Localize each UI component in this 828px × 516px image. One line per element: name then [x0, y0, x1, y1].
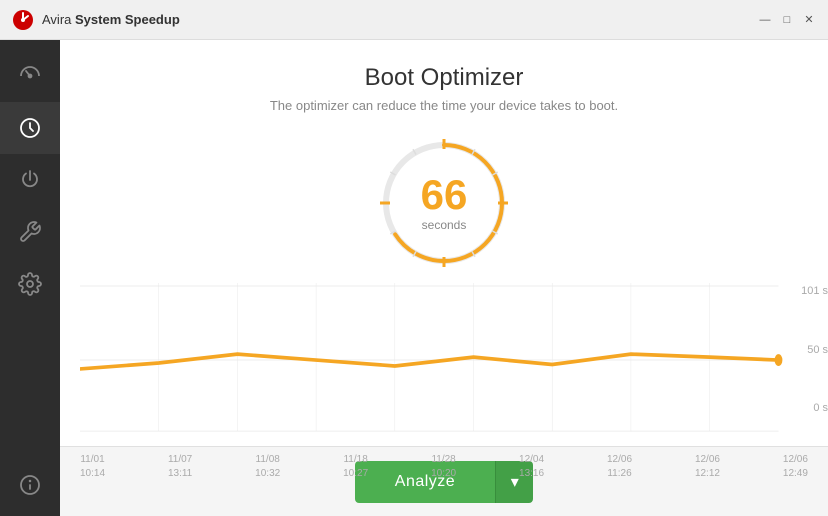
page-title: Boot Optimizer	[60, 64, 828, 92]
sidebar-item-startup[interactable]	[0, 154, 60, 206]
sidebar-item-info[interactable]	[0, 464, 60, 516]
timer-section: 66 seconds	[60, 123, 828, 283]
x-label-3: 11/1810:27	[343, 453, 368, 481]
sidebar	[0, 40, 60, 516]
content-area: Boot Optimizer The optimizer can reduce …	[60, 40, 828, 516]
x-label-8: 12/0612:49	[783, 453, 808, 481]
close-button[interactable]: ✕	[802, 13, 816, 27]
y-label-bottom: 0 s	[801, 402, 828, 414]
x-label-7: 12/0612:12	[695, 453, 720, 481]
x-label-2: 11/0810:32	[255, 453, 280, 481]
x-label-4: 11/2810:20	[431, 453, 456, 481]
sidebar-item-dashboard[interactable]	[0, 50, 60, 102]
timer-circle: 66 seconds	[374, 133, 514, 273]
timer-label: seconds	[421, 218, 468, 232]
page-subtitle: The optimizer can reduce the time your d…	[60, 98, 828, 113]
clock-icon	[18, 116, 42, 140]
content-header: Boot Optimizer The optimizer can reduce …	[60, 40, 828, 123]
speedometer-icon	[18, 64, 42, 88]
y-label-mid: 50 s	[801, 344, 828, 356]
main-layout: Boot Optimizer The optimizer can reduce …	[0, 40, 828, 516]
sidebar-item-tools[interactable]	[0, 206, 60, 258]
sidebar-item-settings[interactable]	[0, 258, 60, 310]
chart-svg	[80, 283, 808, 446]
chart-area: 11/0110:14 11/0713:11 11/0810:32 11/1810…	[60, 283, 828, 446]
app-logo-icon	[12, 9, 34, 31]
timer-value: 66	[421, 174, 468, 216]
x-label-1: 11/0713:11	[168, 453, 192, 481]
y-label-top: 101 s	[801, 285, 828, 297]
x-label-0: 11/0110:14	[80, 453, 105, 481]
x-label-6: 12/0611:26	[607, 453, 632, 481]
maximize-button[interactable]: □	[780, 13, 794, 27]
info-icon	[18, 473, 42, 497]
minimize-button[interactable]: —	[758, 13, 772, 27]
wrench-icon	[18, 220, 42, 244]
power-icon	[18, 168, 42, 192]
app-title: Avira System Speedup	[42, 12, 758, 27]
window-controls: — □ ✕	[758, 13, 816, 27]
gear-icon	[18, 272, 42, 296]
title-bar: Avira System Speedup — □ ✕	[0, 0, 828, 40]
timer-text: 66 seconds	[421, 174, 468, 232]
chart-container: 11/0110:14 11/0713:11 11/0810:32 11/1810…	[80, 283, 808, 446]
x-label-5: 12/0413:16	[519, 453, 544, 481]
sidebar-item-boot-optimizer[interactable]	[0, 102, 60, 154]
